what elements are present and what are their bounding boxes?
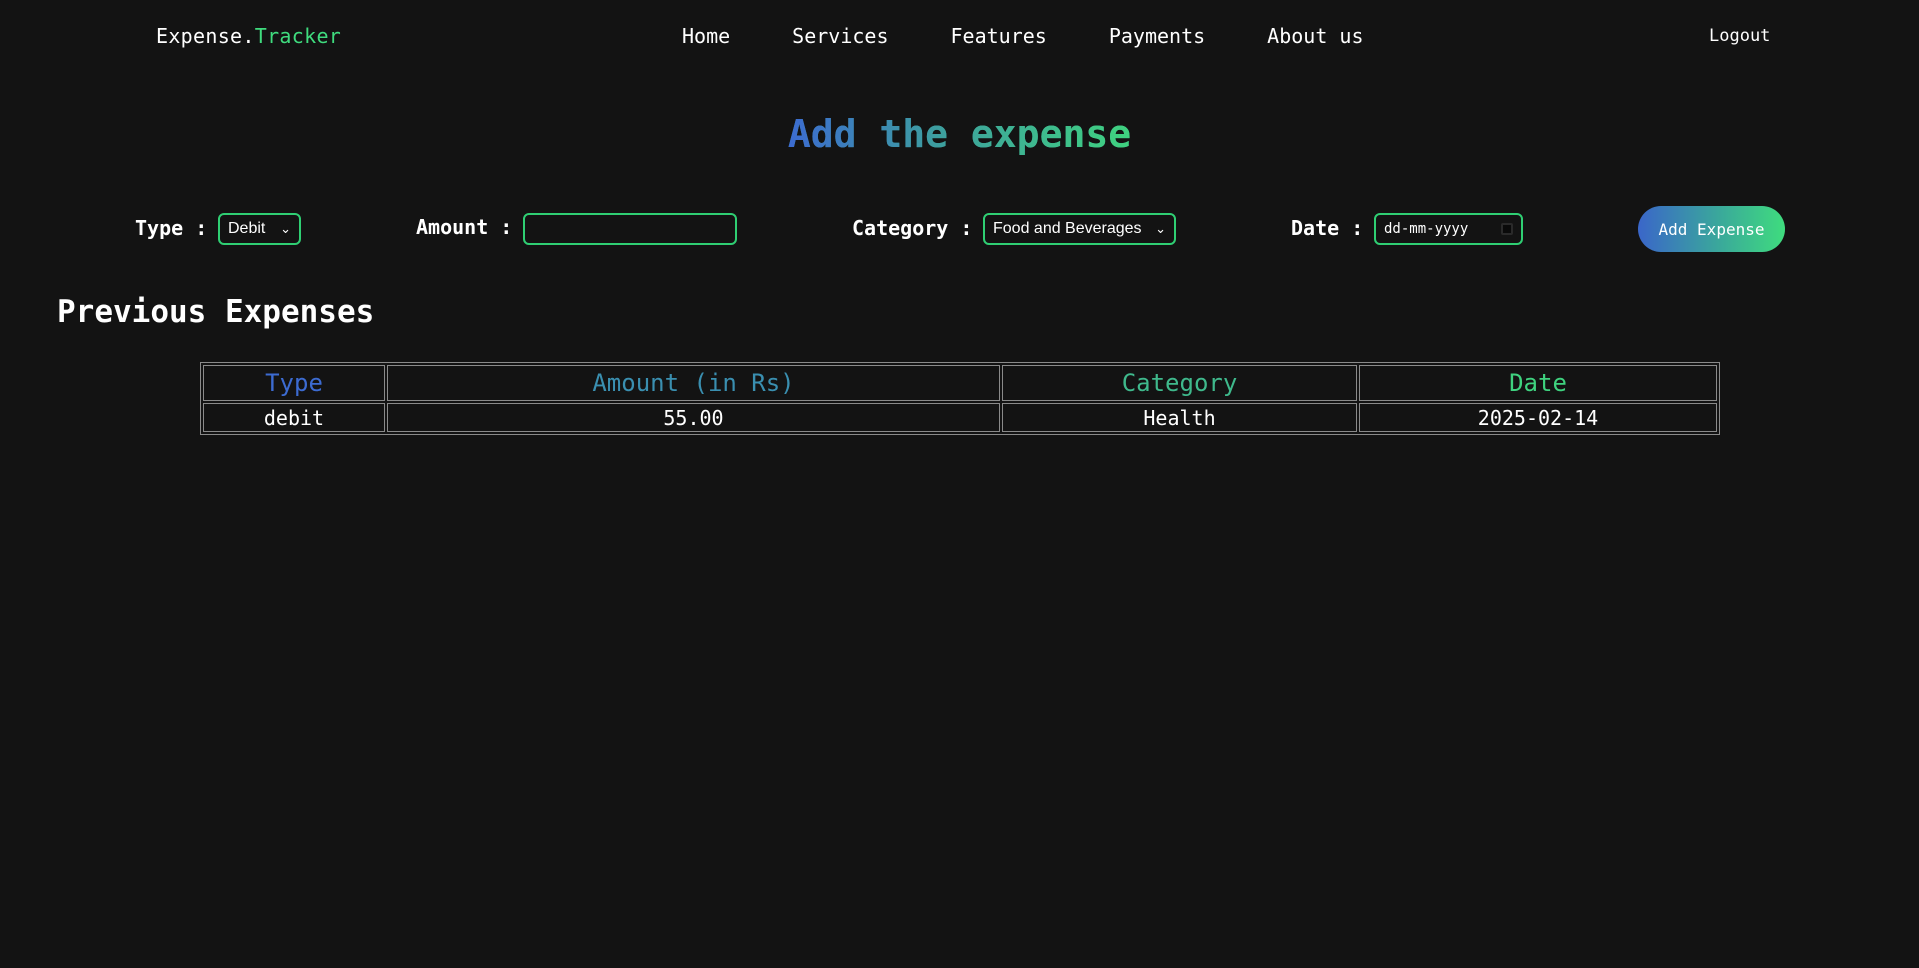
amount-label: Amount : bbox=[416, 215, 513, 239]
page-title: Add the expense bbox=[0, 112, 1919, 156]
type-label: Type : bbox=[135, 216, 208, 240]
cell-date: 2025-02-14 bbox=[1359, 403, 1717, 432]
nav-item-home[interactable]: Home bbox=[682, 24, 730, 48]
logout-link[interactable]: Logout bbox=[1709, 26, 1770, 46]
nav-item-features[interactable]: Features bbox=[951, 24, 1047, 48]
page-title-text: Add the expense bbox=[787, 112, 1132, 156]
cell-type: debit bbox=[203, 403, 385, 432]
nav-item-payments[interactable]: Payments bbox=[1109, 24, 1205, 48]
navbar: Expense.Tracker Home Services Features P… bbox=[0, 0, 1919, 74]
column-header-category: Category bbox=[1002, 365, 1357, 401]
column-header-amount: Amount (in Rs) bbox=[387, 365, 1000, 401]
nav-links: Home Services Features Payments About us bbox=[682, 24, 1363, 48]
nav-item-about-us[interactable]: About us bbox=[1267, 24, 1363, 48]
brand-accent: Tracker bbox=[254, 24, 342, 48]
nav-item-services[interactable]: Services bbox=[792, 24, 888, 48]
brand-logo[interactable]: Expense.Tracker bbox=[156, 24, 341, 48]
category-select-value: Food and Beverages bbox=[993, 220, 1142, 237]
calendar-icon[interactable] bbox=[1501, 223, 1513, 235]
amount-input[interactable] bbox=[523, 213, 737, 245]
column-header-type: Type bbox=[203, 365, 385, 401]
chevron-down-icon: ⌄ bbox=[1155, 221, 1166, 236]
type-select-value: Debit bbox=[228, 220, 266, 237]
date-input-placeholder: dd-mm-yyyy bbox=[1384, 221, 1469, 237]
type-select[interactable]: Debit ⌄ bbox=[218, 213, 301, 245]
date-input[interactable]: dd-mm-yyyy bbox=[1374, 213, 1523, 245]
table-header-row: Type Amount (in Rs) Category Date bbox=[203, 365, 1717, 401]
date-label: Date : bbox=[1291, 216, 1364, 240]
previous-expenses-title: Previous Expenses bbox=[57, 294, 375, 330]
category-label: Category : bbox=[852, 216, 973, 240]
chevron-down-icon: ⌄ bbox=[280, 221, 291, 236]
column-header-date: Date bbox=[1359, 365, 1717, 401]
brand-prefix: Expense. bbox=[156, 24, 255, 48]
cell-amount: 55.00 bbox=[387, 403, 1000, 432]
category-select[interactable]: Food and Beverages ⌄ bbox=[983, 213, 1176, 245]
add-expense-button[interactable]: Add Expense bbox=[1638, 206, 1785, 252]
cell-category: Health bbox=[1002, 403, 1357, 432]
table-row: debit 55.00 Health 2025-02-14 bbox=[203, 403, 1717, 432]
expenses-table: Type Amount (in Rs) Category Date debit … bbox=[200, 362, 1720, 435]
